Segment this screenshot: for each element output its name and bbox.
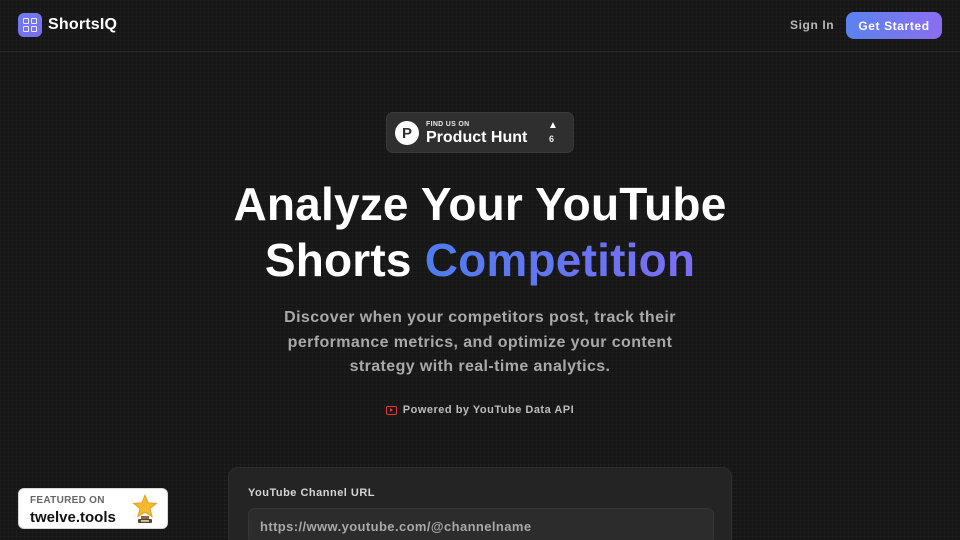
product-hunt-caption: FIND US ON: [426, 121, 470, 128]
upvote-count: 6: [549, 134, 555, 144]
channel-url-input[interactable]: [248, 508, 714, 540]
powered-by-note: Powered by YouTube Data API: [0, 404, 960, 416]
powered-by-text: Powered by YouTube Data API: [402, 404, 575, 416]
featured-site-name: twelve.tools: [30, 509, 116, 526]
get-started-button[interactable]: Get Started: [846, 12, 942, 39]
product-hunt-badge[interactable]: P FIND US ON Product Hunt ▲ 6: [386, 112, 574, 153]
hero-title-line1: Analyze Your YouTube: [233, 178, 727, 230]
grid-logo-icon: [18, 13, 42, 37]
hero-subtitle: Discover when your competitors post, tra…: [284, 309, 676, 375]
product-hunt-name: Product Hunt: [426, 129, 528, 146]
featured-caption: FEATURED ON: [30, 495, 105, 506]
channel-form-card: YouTube Channel URL: [228, 467, 732, 540]
trophy-star-icon: [132, 494, 158, 523]
brand-logo[interactable]: ShortsIQ: [18, 13, 117, 37]
channel-url-label: YouTube Channel URL: [248, 487, 376, 499]
top-nav: ShortsIQ Sign In Get Started: [0, 0, 960, 52]
youtube-play-icon: [385, 405, 397, 415]
upvote-arrow-icon: ▲: [548, 120, 558, 131]
sign-in-button[interactable]: Sign In: [790, 18, 834, 32]
hero-title-accent: Competition: [424, 234, 696, 286]
featured-on-badge[interactable]: FEATURED ON twelve.tools: [18, 488, 168, 529]
hero-title-line2: Shorts: [264, 234, 425, 286]
brand-name: ShortsIQ: [48, 16, 118, 33]
product-hunt-logo-icon: P: [395, 121, 419, 145]
hero-title: Analyze Your YouTube Shorts Competition: [0, 176, 960, 288]
